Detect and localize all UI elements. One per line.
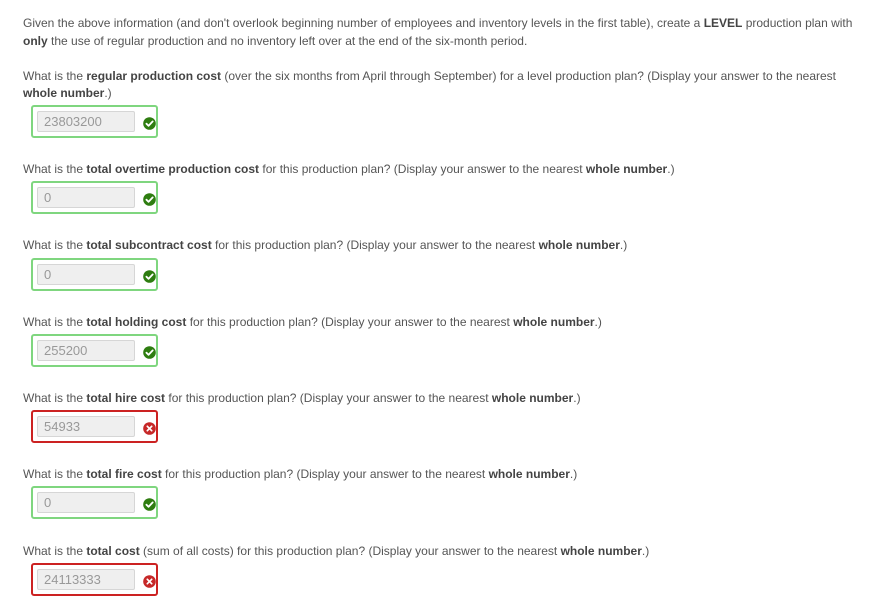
question-text: (sum of all costs) for this production p… [139,544,561,558]
question-total-cost: What is the total cost (sum of all costs… [23,543,863,560]
question-text: for this production plan? (Display your … [259,162,586,176]
question-emphasis: whole number [513,315,595,329]
check-circle-icon [143,270,156,283]
question-total-fire-cost: What is the total fire cost for this pro… [23,466,863,483]
answer-input-total-cost[interactable]: 24113333 [37,569,135,590]
intro-emphasis: only [23,34,48,48]
question-total-holding-cost: What is the total holding cost for this … [23,314,863,331]
question-emphasis: total hire cost [86,391,166,405]
question-emphasis: whole number [585,162,668,176]
answer-input-total-fire-cost[interactable]: 0 [37,492,135,513]
question-emphasis: total holding cost [86,315,187,329]
question-text: .) [573,391,581,405]
answer-input-total-overtime-cost[interactable]: 0 [37,187,135,208]
question-emphasis: regular production cost [86,69,222,83]
answer-box-total-hire-cost: 54933 [31,410,158,443]
answer-box-total-subcontract-cost: 0 [31,258,158,291]
question-text: .) [619,238,628,252]
x-circle-icon [143,575,156,588]
question-emphasis: whole number [488,467,570,481]
question-emphasis: total cost [86,544,140,558]
question-text: for this production plan? (Display your … [165,391,492,405]
check-circle-icon [143,193,156,206]
question-text: What is the [23,238,87,252]
question-total-subcontract-cost: What is the total subcontract cost for t… [23,237,863,254]
answer-box-total-fire-cost: 0 [31,486,158,519]
question-regular-production-cost: What is the regular production cost (ove… [23,68,863,102]
answer-box-total-overtime-cost: 0 [31,181,158,214]
question-text: (over the six months from April through … [221,69,837,83]
instructions-paragraph: Given the above information (and don't o… [23,14,863,50]
question-text: for this production plan? (Display your … [211,238,539,252]
question-text: What is the [23,315,87,329]
question-text: for this production plan? (Display your … [161,467,489,481]
intro-text: production plan with [742,16,853,30]
answer-box-regular-production-cost: 23803200 [31,105,158,138]
intro-emphasis: LEVEL [703,16,743,30]
question-text: What is the [23,467,87,481]
answer-input-total-subcontract-cost[interactable]: 0 [37,264,135,285]
question-text: for this production plan? (Display your … [186,315,514,329]
question-text: .) [641,544,650,558]
answer-box-total-cost: 24113333 [31,563,158,596]
question-total-overtime-cost: What is the total overtime production co… [23,161,863,178]
answer-input-total-holding-cost[interactable]: 255200 [37,340,135,361]
question-text: What is the [23,162,87,176]
question-total-hire-cost: What is the total hire cost for this pro… [23,390,863,407]
answer-input-regular-production-cost[interactable]: 23803200 [37,111,135,132]
question-emphasis: whole number [23,86,105,100]
check-circle-icon [143,346,156,359]
question-text: .) [594,315,602,329]
question-text: What is the [23,69,87,83]
question-emphasis: whole number [538,238,620,252]
question-text: What is the [23,544,87,558]
answer-box-total-holding-cost: 255200 [31,334,158,367]
answer-input-total-hire-cost[interactable]: 54933 [37,416,135,437]
question-emphasis: whole number [560,544,642,558]
check-circle-icon [143,117,156,130]
question-text: .) [667,162,675,176]
question-text: What is the [23,391,87,405]
question-text: .) [104,86,112,100]
question-emphasis: total fire cost [86,467,162,481]
question-emphasis: total subcontract cost [86,238,212,252]
question-emphasis: total overtime production cost [86,162,260,176]
intro-text: Given the above information (and don't o… [23,16,704,30]
x-circle-icon [143,422,156,435]
intro-text: the use of regular production and no inv… [47,34,528,48]
question-emphasis: whole number [491,391,574,405]
check-circle-icon [143,498,156,511]
question-text: .) [569,467,578,481]
